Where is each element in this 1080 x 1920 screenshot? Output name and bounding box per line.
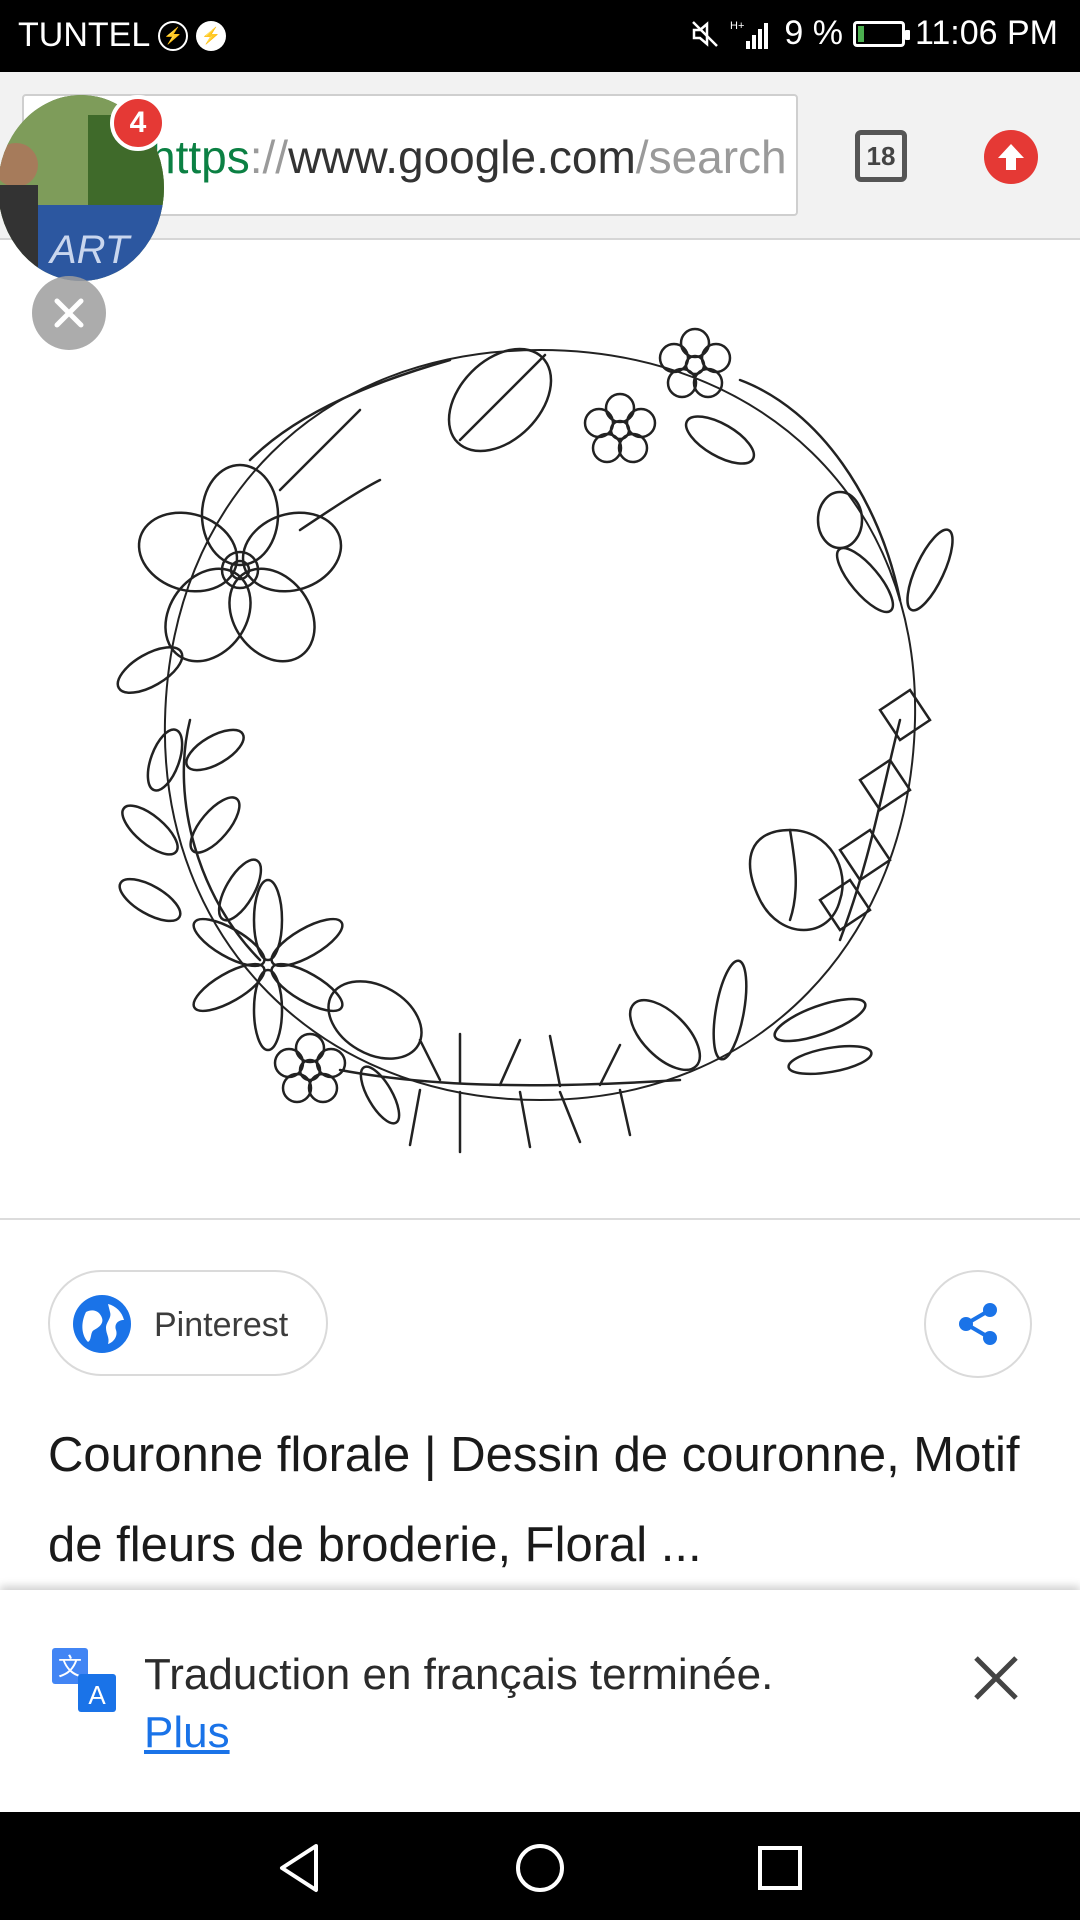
carrier-name: TUNTEL xyxy=(18,16,151,54)
signal-icon: H+ xyxy=(730,20,769,49)
navigation-bar xyxy=(0,1812,1080,1920)
image-preview[interactable] xyxy=(0,240,1080,1220)
source-chip[interactable]: Pinterest xyxy=(48,1270,328,1376)
globe-icon xyxy=(73,1295,131,1353)
svg-text:A: A xyxy=(88,1680,106,1710)
share-button[interactable] xyxy=(924,1270,1032,1378)
close-icon[interactable] xyxy=(32,276,106,350)
url-path: /search xyxy=(635,131,787,183)
tab-count: 18 xyxy=(866,140,896,171)
status-carrier: TUNTEL ⚡ ⚡ xyxy=(18,16,227,55)
chat-head[interactable]: ART 4 xyxy=(0,95,166,283)
url-text[interactable]: https://www.google.com/search xyxy=(150,130,787,184)
url-host: www.google.com xyxy=(288,131,636,183)
mute-icon xyxy=(692,20,719,47)
translate-message: Traduction en français terminée. xyxy=(144,1650,774,1699)
status-right: H+ 9 % 11:06 PM xyxy=(690,14,1058,53)
svg-text:H+: H+ xyxy=(730,20,744,32)
back-icon[interactable] xyxy=(272,1840,328,1896)
translate-more-link[interactable]: Plus xyxy=(144,1708,230,1758)
battery-charging-icon xyxy=(852,20,910,47)
translate-bar: 文 A Traduction en français terminée. Plu… xyxy=(0,1590,1080,1812)
result-title[interactable]: Couronne florale | Dessin de couronne, M… xyxy=(48,1410,1038,1590)
svg-text:ART: ART xyxy=(48,228,132,272)
chat-head-badge: 4 xyxy=(110,95,166,151)
divider xyxy=(0,1218,1080,1220)
arrow-up-icon xyxy=(998,144,1024,170)
update-arrow-icon[interactable] xyxy=(984,130,1038,184)
source-label: Pinterest xyxy=(154,1306,289,1344)
tabs-icon[interactable]: 18 xyxy=(855,130,907,182)
messenger-outline-icon: ⚡ xyxy=(158,20,189,51)
close-icon[interactable] xyxy=(968,1650,1024,1706)
badge-count: 4 xyxy=(129,106,147,139)
messenger-icon: ⚡ xyxy=(196,20,227,51)
floral-wreath-image xyxy=(116,327,954,1154)
status-bar: TUNTEL ⚡ ⚡ H+ 9 % 11:06 PM xyxy=(0,0,1080,72)
status-time: 11:06 PM xyxy=(914,14,1058,52)
share-icon xyxy=(959,1303,997,1345)
translate-icon: 文 A xyxy=(52,1648,116,1712)
close-x-icon xyxy=(54,298,84,328)
battery-percent: 9 % xyxy=(784,14,843,52)
recents-icon[interactable] xyxy=(752,1840,808,1896)
wreath-flower xyxy=(137,463,343,663)
home-icon[interactable] xyxy=(512,1840,568,1896)
url-separator: :// xyxy=(249,131,289,183)
